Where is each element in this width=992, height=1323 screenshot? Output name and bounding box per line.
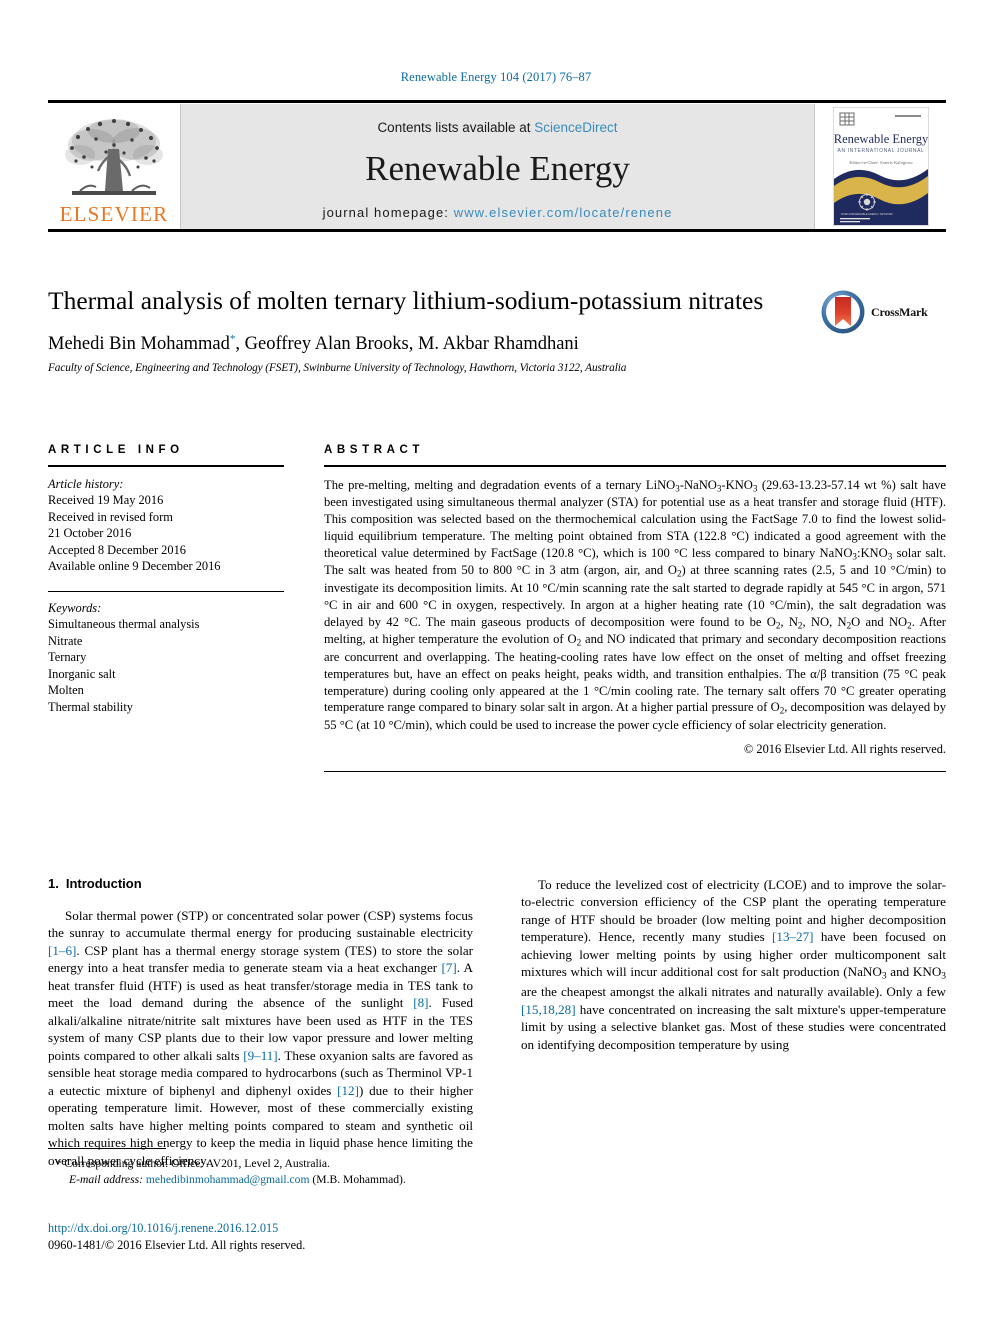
section-number: 1. [48, 876, 59, 891]
svg-text:WORLD RENEWABLE ENERGY NETWORK: WORLD RENEWABLE ENERGY NETWORK [840, 212, 892, 216]
citation-ref[interactable]: [13–27] [772, 929, 813, 944]
doi-link[interactable]: http://dx.doi.org/10.1016/j.renene.2016.… [48, 1220, 548, 1237]
crossmark-icon [821, 290, 865, 334]
footnote-rule [48, 1148, 166, 1150]
elsevier-wordmark: ELSEVIER [59, 202, 169, 226]
keywords-label: Keywords: [48, 600, 102, 615]
footnote-marker: * [56, 1158, 62, 1171]
crossmark-label: CrossMark [871, 304, 928, 319]
footer-doi-block: http://dx.doi.org/10.1016/j.renene.2016.… [48, 1220, 548, 1254]
article-info-column: ARTICLE INFO Article history: Received 1… [48, 444, 284, 715]
footnote-line: * Corresponding author. Office: AV201, L… [48, 1156, 473, 1172]
corresponding-marker: * [229, 332, 236, 345]
history-item: 21 October 2016 [48, 526, 132, 541]
homepage-label: journal homepage: [322, 204, 454, 220]
email-link[interactable]: mehedibinmohammad@gmail.com [146, 1173, 310, 1186]
page-title: Thermal analysis of molten ternary lithi… [48, 286, 764, 315]
article-info-heading: ARTICLE INFO [48, 444, 184, 456]
keyword-item: Thermal stability [48, 699, 133, 714]
footer-copyright: 0960-1481/© 2016 Elsevier Ltd. All right… [48, 1237, 306, 1252]
intro-paragraph-2: To reduce the levelized cost of electric… [521, 877, 946, 1052]
abstract-copyright: © 2016 Elsevier Ltd. All rights reserved… [743, 741, 946, 756]
header-bottom-rule [48, 229, 946, 232]
article-info-rule [48, 465, 284, 467]
history-item: Received 19 May 2016 [48, 493, 164, 508]
keywords-block: Keywords: Simultaneous thermal analysis … [48, 600, 284, 716]
elsevier-logo: ELSEVIER [48, 104, 181, 229]
keyword-item: Simultaneous thermal analysis [48, 617, 200, 632]
affiliation: Faculty of Science, Engineering and Tech… [48, 362, 627, 375]
citation-ref[interactable]: [7] [441, 960, 456, 975]
header-top-rule [48, 100, 946, 103]
article-history: Article history: Received 19 May 2016 Re… [48, 476, 284, 575]
sciencedirect-link[interactable]: ScienceDirect [534, 120, 617, 135]
corresponding-author-footnote: * Corresponding author. Office: AV201, L… [48, 1148, 473, 1188]
footnote-email-line: E-mail address: mehedibinmohammad@gmail.… [48, 1172, 473, 1188]
abstract-heading: ABSTRACT [324, 444, 425, 456]
keyword-item: Molten [48, 683, 84, 698]
keyword-item: Ternary [48, 650, 87, 665]
history-item: Received in revised form [48, 509, 173, 524]
citation-ref[interactable]: [1–6] [48, 943, 76, 958]
author-list: Mehedi Bin Mohammad*, Geoffrey Alan Broo… [48, 333, 808, 355]
journal-homepage-line: journal homepage: www.elsevier.com/locat… [181, 205, 814, 220]
citation-ref[interactable]: [12] [337, 1083, 359, 1098]
crossmark-badge[interactable]: CrossMark [820, 283, 948, 341]
abstract-rule [324, 465, 946, 467]
email-label: E-mail address: [69, 1173, 143, 1187]
title-block: Thermal analysis of molten ternary lithi… [48, 286, 808, 374]
abstract-text: The pre-melting, melting and degradation… [324, 477, 947, 732]
abstract-column: ABSTRACT The pre-melting, melting and de… [324, 444, 947, 773]
intro-paragraph-1: Solar thermal power (STP) or concentrate… [48, 908, 474, 1168]
journal-cover-thumbnail: Renewable Energy AN INTERNATIONAL JOURNA… [814, 104, 946, 229]
citation-ref[interactable]: [9–11] [243, 1048, 277, 1063]
running-head: Renewable Energy 104 (2017) 76–87 [400, 70, 592, 84]
section-heading-introduction: 1. Introduction [48, 876, 473, 891]
email-owner: (M.B. Mohammad). [312, 1173, 406, 1187]
svg-text:Editor-in-Chief: Soteris Kalog: Editor-in-Chief: Soteris Kalogirou [849, 160, 913, 165]
footnote-text: Corresponding author. Office: AV201, Lev… [64, 1157, 330, 1171]
citation-ref[interactable]: [15,18,28] [521, 1002, 576, 1017]
keywords-rule [48, 590, 284, 592]
contents-available-line: Contents lists available at ScienceDirec… [181, 120, 814, 135]
journal-center-band: Contents lists available at ScienceDirec… [181, 104, 814, 229]
history-item: Available online 9 December 2016 [48, 559, 221, 574]
abstract-bottom-rule [324, 770, 946, 773]
journal-header-band: ELSEVIER Contents lists available at Sci… [48, 100, 946, 232]
svg-text:AN INTERNATIONAL JOURNAL: AN INTERNATIONAL JOURNAL [837, 148, 924, 154]
citation-ref[interactable]: [8] [413, 995, 428, 1010]
history-item: Accepted 8 December 2016 [48, 542, 186, 557]
body-column-right: To reduce the levelized cost of electric… [521, 876, 946, 1053]
journal-title: Renewable Energy [365, 149, 630, 188]
author-names: Mehedi Bin Mohammad*, Geoffrey Alan Broo… [48, 332, 579, 354]
homepage-url-link[interactable]: www.elsevier.com/locate/renene [454, 205, 673, 220]
keyword-item: Inorganic salt [48, 666, 116, 681]
svg-text:Renewable Energy: Renewable Energy [833, 132, 928, 146]
journal-cover-image: Renewable Energy AN INTERNATIONAL JOURNA… [832, 107, 929, 226]
keyword-item: Nitrate [48, 633, 83, 648]
article-history-label: Article history: [48, 476, 124, 491]
section-title: Introduction [65, 876, 142, 891]
body-column-left: 1. Introduction Solar thermal power (STP)… [48, 876, 473, 1169]
elsevier-tree-icon [65, 119, 163, 195]
contents-available-text: Contents lists available at [377, 120, 535, 135]
article-page: Renewable Energy 104 (2017) 76–87 ELSEVI… [0, 0, 992, 1323]
